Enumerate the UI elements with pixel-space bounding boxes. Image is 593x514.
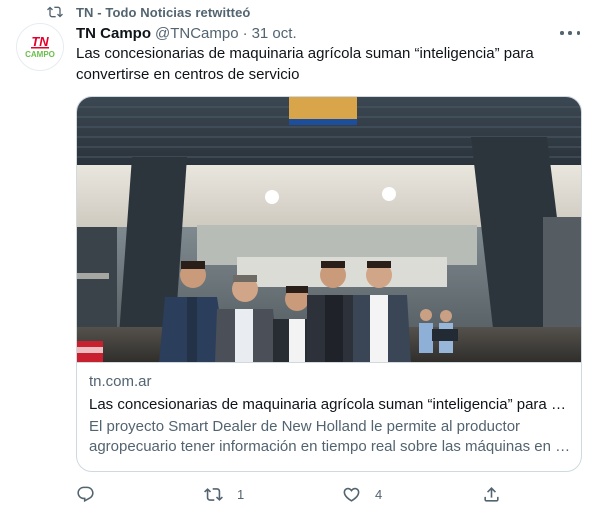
card-description-line-1: El proyecto Smart Dealer de New Holland … xyxy=(89,418,521,435)
author-name[interactable]: TN Campo xyxy=(76,25,151,42)
tweet-actions: 1 4 xyxy=(76,484,506,504)
card-description: El proyecto Smart Dealer de New Holland … xyxy=(89,417,571,457)
tn-campo-logo: TN CAMPO xyxy=(25,34,55,59)
share-icon xyxy=(484,486,499,502)
card-body[interactable]: tn.com.ar Las concesionarias de maquinar… xyxy=(89,372,571,457)
author-handle[interactable]: @TNCampo xyxy=(155,25,239,42)
reply-button[interactable] xyxy=(76,484,109,504)
like-button[interactable]: 4 xyxy=(342,484,382,504)
heart-icon xyxy=(343,487,360,502)
svg-text:CAMPO: CAMPO xyxy=(25,50,55,59)
reply-icon xyxy=(77,486,94,502)
retweeted-by-row[interactable]: TN - Todo Noticias retwitteó xyxy=(46,3,250,21)
tweet-text: Las concesionarias de maquinaria agrícol… xyxy=(76,45,534,83)
tweet-header: TN Campo @TNCampo · 31 oct. xyxy=(76,23,583,43)
card-title: Las concesionarias de maquinaria agrícol… xyxy=(89,396,571,413)
link-card[interactable]: tn.com.ar Las concesionarias de maquinar… xyxy=(76,96,582,472)
retweet-icon xyxy=(47,6,63,18)
dealership-photo xyxy=(77,97,581,362)
retweet-button[interactable]: 1 xyxy=(204,484,244,504)
card-image[interactable] xyxy=(77,97,581,363)
header-separator: · xyxy=(242,24,248,42)
retweet-icon xyxy=(204,487,223,501)
more-options-icon[interactable] xyxy=(560,25,580,41)
tweet-date[interactable]: 31 oct. xyxy=(252,25,297,42)
retweeted-by-text: TN - Todo Noticias retwitteó xyxy=(76,4,251,20)
retweet-count: 1 xyxy=(237,486,245,502)
share-button[interactable] xyxy=(482,484,501,504)
avatar[interactable]: TN CAMPO xyxy=(16,23,64,71)
card-description-line-2: agropecuario tener información en tiempo… xyxy=(89,438,571,455)
card-domain: tn.com.ar xyxy=(89,373,152,390)
svg-text:TN: TN xyxy=(31,34,49,49)
like-count: 4 xyxy=(375,486,383,502)
